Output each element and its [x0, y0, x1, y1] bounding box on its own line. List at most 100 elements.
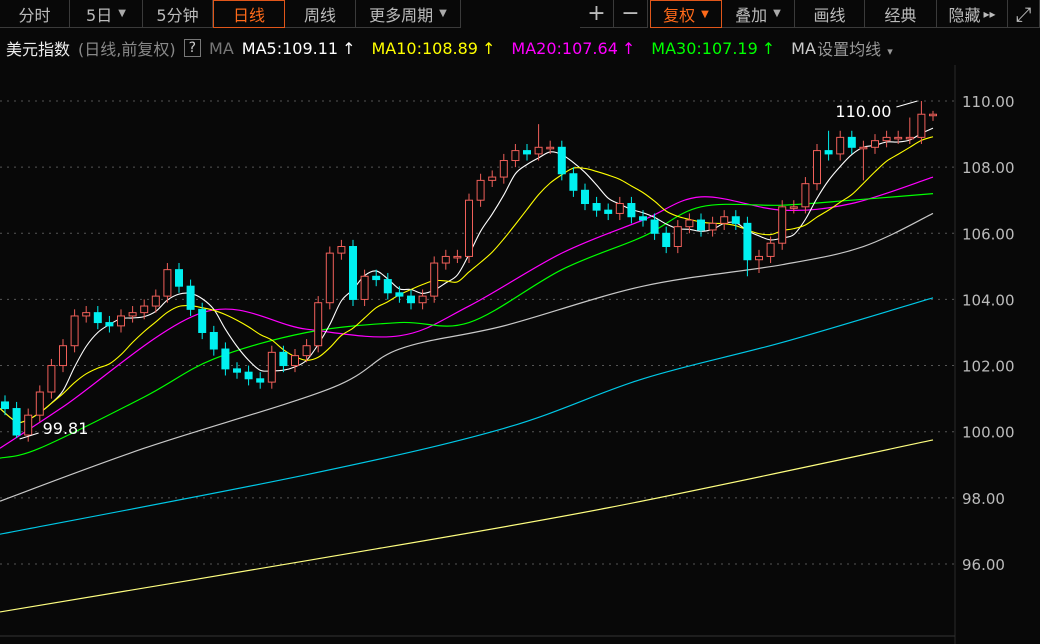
candle — [117, 309, 125, 333]
candle — [256, 372, 265, 389]
candle-body — [372, 275, 381, 281]
overlay-dropdown[interactable]: 叠加 ▼ — [722, 0, 795, 28]
candle-body — [337, 246, 346, 254]
candle-body — [697, 219, 705, 231]
candle-body — [546, 146, 555, 150]
candle-body — [82, 312, 91, 317]
candle-body — [789, 206, 798, 209]
candle-body — [244, 371, 253, 380]
candle — [325, 246, 334, 310]
ma250-line — [0, 439, 934, 613]
draw-button[interactable]: 画线 — [795, 0, 865, 28]
annotations: 110.00 99.81 — [19, 100, 918, 440]
candle — [511, 143, 520, 168]
zoom-in-button[interactable]: + — [580, 0, 614, 28]
up-arrow-icon: ↑ — [621, 38, 636, 58]
candle — [557, 140, 566, 181]
candle-body — [325, 252, 334, 304]
candle — [824, 130, 833, 161]
candle-body — [12, 408, 21, 436]
help-button[interactable]: ? — [183, 39, 202, 57]
candle-body — [35, 391, 44, 416]
candle — [592, 196, 601, 217]
adjust-label: 复权 — [663, 6, 696, 25]
candle-body — [592, 203, 601, 211]
candle-body — [465, 199, 473, 257]
candle — [534, 124, 543, 161]
tab-label: 更多周期 — [369, 5, 434, 25]
candle — [233, 362, 241, 379]
ma60-value: MA6 — [791, 38, 817, 58]
tab-label: 周线 — [303, 5, 336, 25]
candle-body — [604, 209, 613, 214]
ma-label: MA — [209, 38, 234, 58]
candle — [70, 309, 79, 353]
candle-body — [198, 308, 207, 333]
candle-body — [488, 176, 497, 181]
candle — [523, 143, 531, 161]
double-chevron-right-icon: ▸▸ — [983, 6, 996, 21]
candle-body — [24, 414, 33, 436]
candle-body — [801, 183, 810, 208]
candle — [465, 193, 473, 264]
candle — [627, 196, 636, 224]
candle-body — [221, 348, 230, 370]
candle — [279, 345, 288, 373]
tab-period-1[interactable]: 5日 ▼ — [70, 0, 143, 28]
candlestick-chart[interactable]: 110.00 108.00 106.00 104.00 102.00 100.00 98.0… — [0, 0, 1040, 644]
chart-title: 美元指数 — [6, 40, 71, 59]
candle — [917, 101, 926, 144]
candle-body — [1, 401, 9, 410]
zoom-out-button[interactable]: − — [614, 0, 648, 28]
y-tick-label: 110.00 — [962, 93, 1015, 111]
fullscreen-icon[interactable]: ⤢ — [1008, 0, 1040, 28]
candle-body — [360, 275, 369, 300]
tab-period-4[interactable]: 周线 — [285, 0, 356, 28]
candle — [905, 117, 914, 144]
candle-body — [383, 279, 392, 294]
candle — [186, 279, 195, 316]
candle — [395, 286, 404, 303]
candle — [882, 130, 891, 148]
hide-button[interactable]: 隐藏 ▸▸ — [937, 0, 1008, 28]
candle-body — [523, 150, 531, 155]
candle-body — [650, 219, 659, 234]
tab-period-5[interactable]: 更多周期 ▼ — [356, 0, 461, 28]
tab-period-3[interactable]: 日线 — [213, 0, 285, 28]
candle-body — [233, 368, 241, 373]
y-tick-label: 96.00 — [962, 556, 1005, 574]
ma-settings-button[interactable]: 设置均线 ▾ — [817, 36, 901, 60]
ma30-value: MA30:107.19 ↑ — [651, 38, 776, 58]
candle-body — [430, 262, 439, 297]
candle — [430, 256, 439, 303]
candle — [778, 200, 787, 250]
chevron-down-icon: ▼ — [118, 8, 126, 19]
ma5-value: MA5:109.11 ↑ — [241, 38, 356, 58]
candle-body — [720, 216, 729, 224]
candle — [244, 365, 253, 386]
candle — [1, 395, 9, 416]
tab-period-0[interactable]: 分时 — [0, 0, 70, 28]
candle-body — [302, 345, 311, 357]
tab-period-2[interactable]: 5分钟 — [143, 0, 213, 28]
candle-body — [511, 150, 520, 162]
y-tick-label: 98.00 — [962, 490, 1005, 508]
adjust-dropdown[interactable]: 复权 ▼ — [650, 0, 722, 28]
candle — [755, 249, 763, 273]
candle-body — [70, 315, 79, 347]
candle — [349, 239, 357, 307]
candle-body — [743, 222, 752, 261]
candle-body — [731, 216, 740, 224]
classic-button[interactable]: 经典 — [865, 0, 937, 28]
candle — [766, 236, 775, 264]
up-arrow-icon: ↑ — [481, 38, 496, 58]
candle-body — [209, 331, 218, 350]
candle — [267, 345, 276, 389]
candle — [163, 263, 172, 303]
candle — [569, 167, 578, 197]
candle — [929, 110, 937, 121]
chevron-down-icon: ▼ — [773, 8, 781, 19]
tab-label: 分时 — [18, 5, 51, 25]
ma10-line — [0, 136, 934, 423]
ma20-value: MA20:107.64 ↑ — [511, 38, 636, 58]
